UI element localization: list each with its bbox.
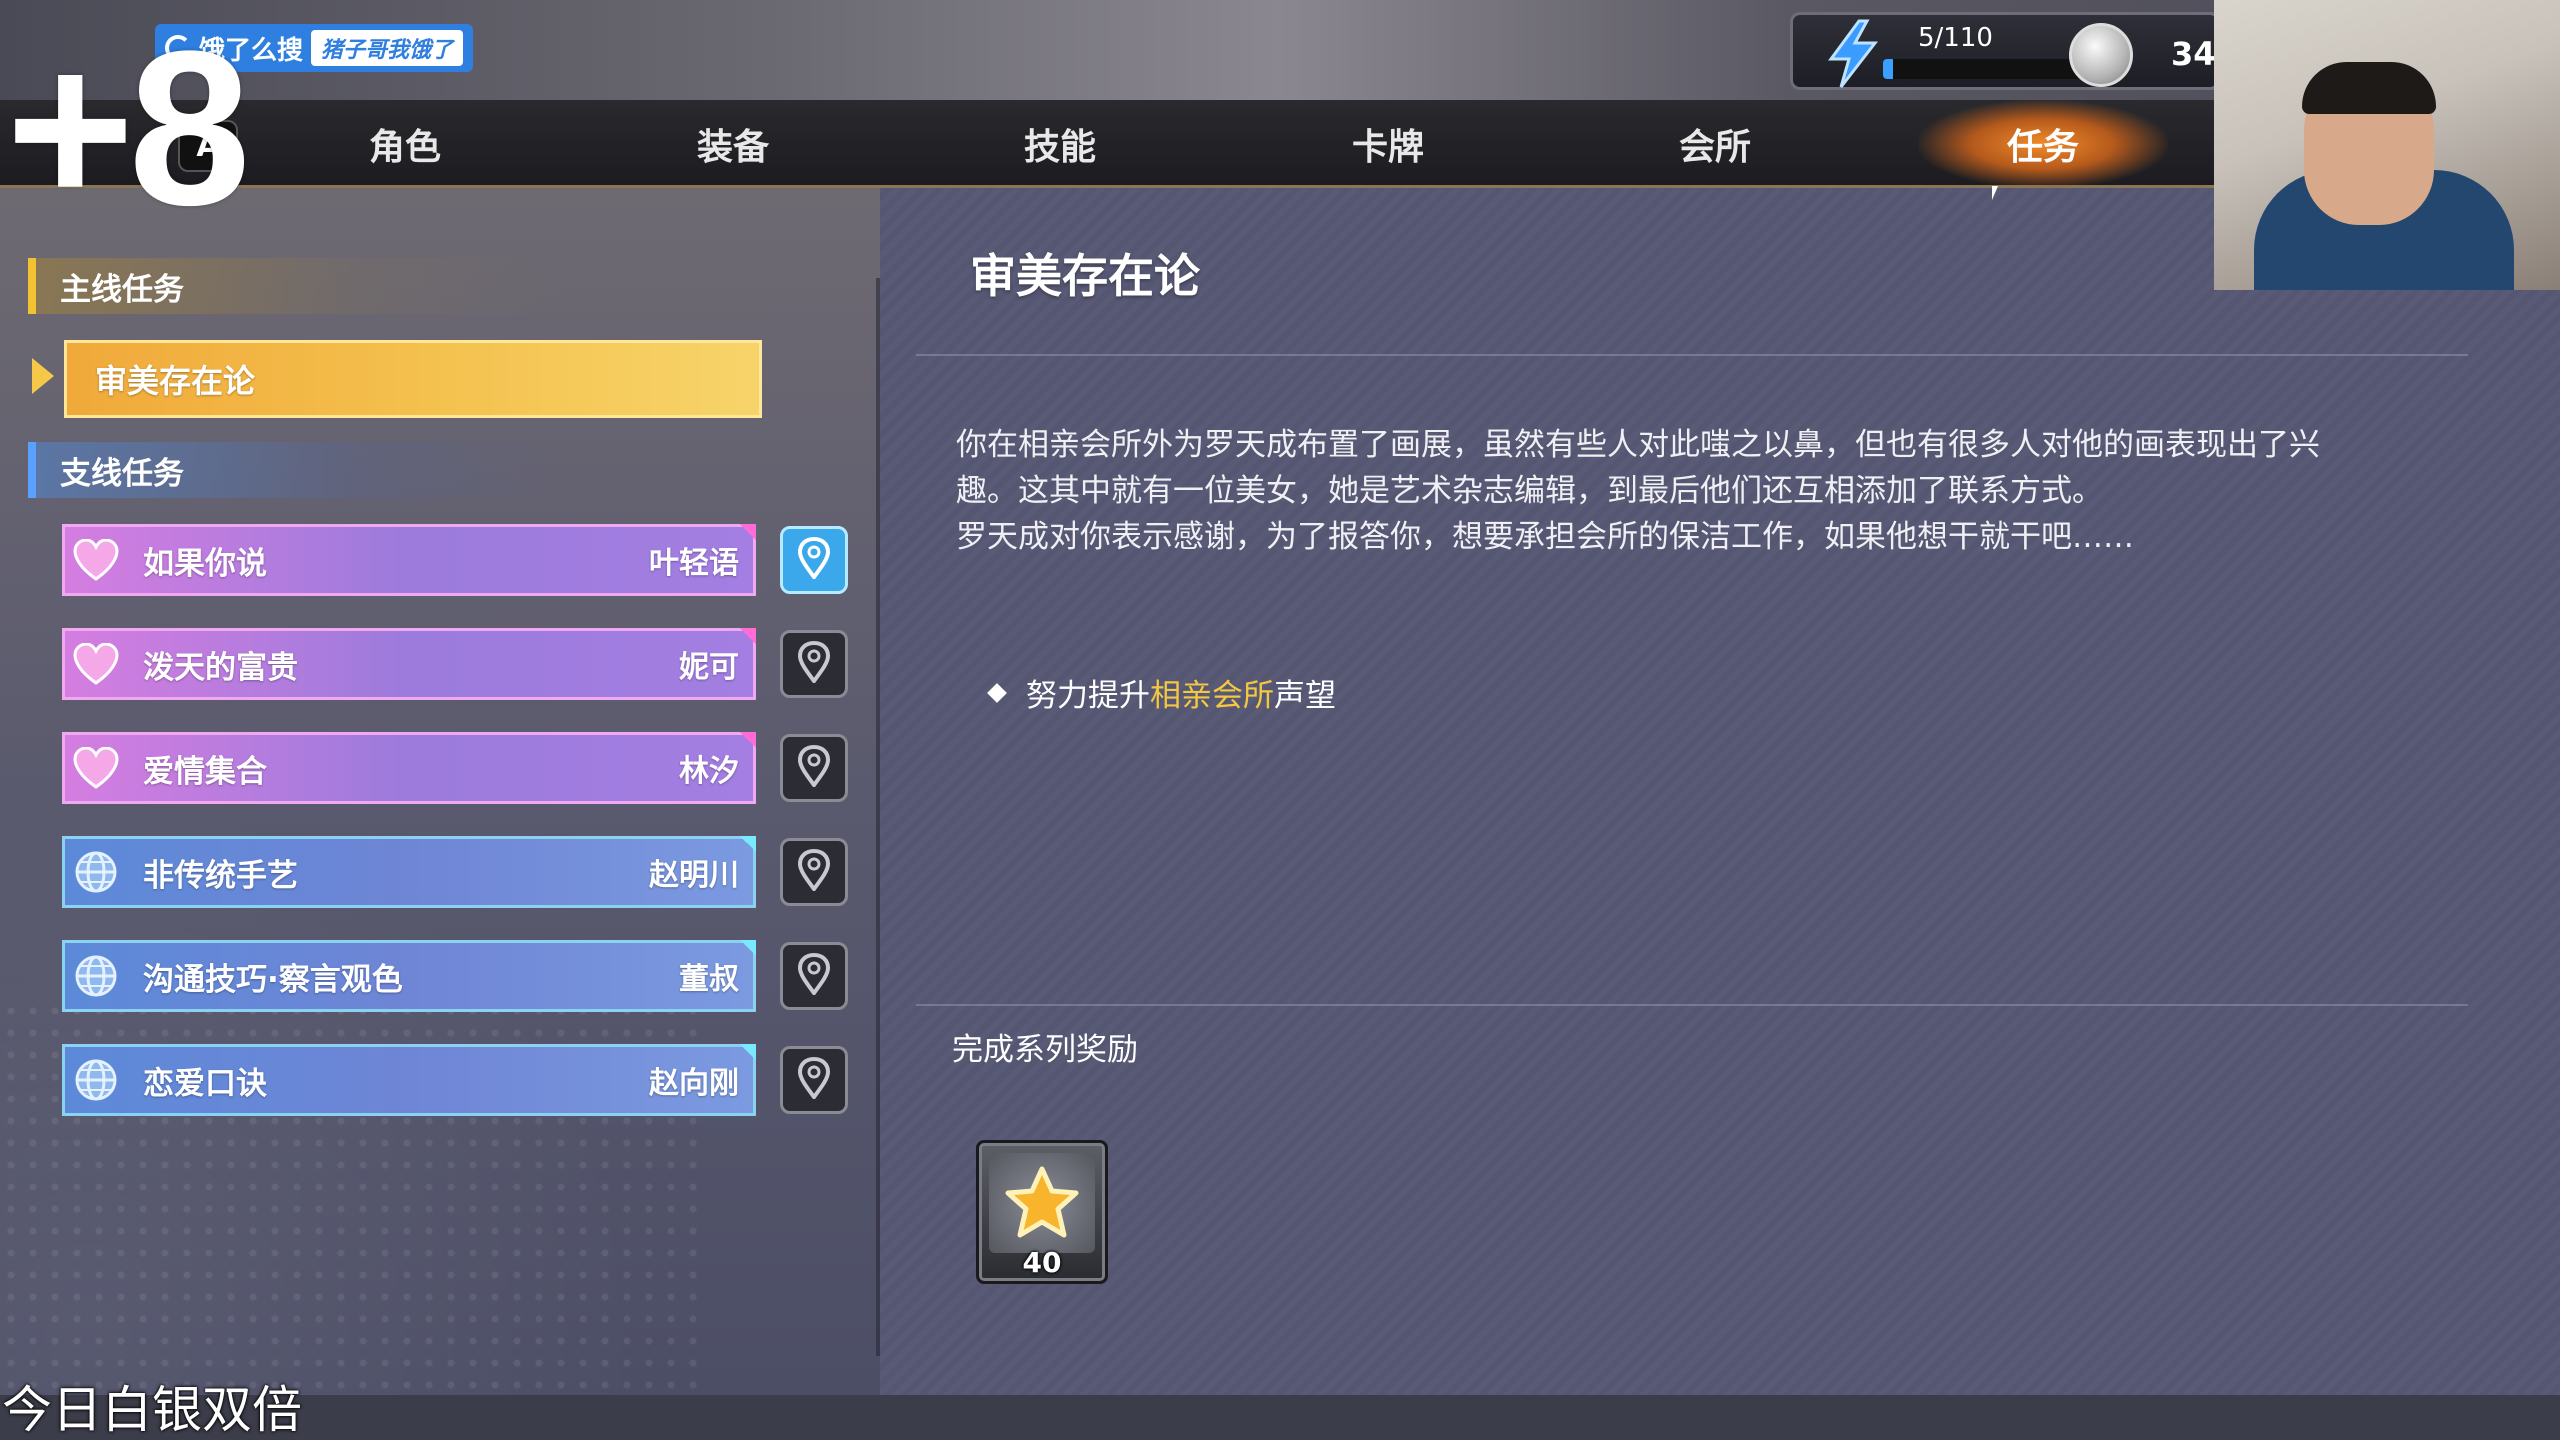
side-quest-npc: 妮可 bbox=[679, 650, 739, 685]
tab-club[interactable]: 会所 bbox=[1590, 100, 1840, 188]
side-quest-npc: 赵向刚 bbox=[649, 1066, 739, 1101]
location-pin-button[interactable] bbox=[780, 526, 848, 594]
mouse-cursor-icon bbox=[1992, 186, 1998, 200]
side-quest-npc: 董叔 bbox=[679, 962, 739, 997]
tab-label: 角色 bbox=[368, 127, 441, 168]
heart-icon bbox=[65, 631, 127, 697]
location-pin-icon bbox=[797, 1056, 831, 1103]
row-corner-accent bbox=[740, 628, 756, 644]
quest-description: 你在相亲会所外为罗天成布置了画展，虽然有些人对此嗤之以鼻，但也有很多人对他的画表… bbox=[956, 422, 2486, 560]
tab-equipment[interactable]: 装备 bbox=[608, 100, 858, 188]
side-quest-title: 沟通技巧·察言观色 bbox=[143, 961, 403, 998]
globe-icon bbox=[65, 1047, 127, 1113]
reward-item[interactable]: 40 bbox=[976, 1140, 1108, 1284]
tab-cards[interactable]: 卡牌 bbox=[1263, 100, 1513, 188]
reward-quantity: 40 bbox=[1022, 1246, 1062, 1279]
objective-prefix: 努力提升 bbox=[1026, 678, 1150, 714]
side-quest-title: 恋爱口诀 bbox=[143, 1065, 267, 1102]
side-quest-npc: 林汐 bbox=[679, 754, 739, 789]
tab-character[interactable]: 角色 bbox=[280, 100, 530, 188]
tab-label: 卡牌 bbox=[1351, 127, 1424, 168]
location-pin-button[interactable] bbox=[780, 734, 848, 802]
tab-label: 会所 bbox=[1678, 127, 1751, 168]
side-quest-row[interactable]: 泼天的富贵 妮可 bbox=[62, 628, 756, 700]
location-pin-icon bbox=[797, 848, 831, 895]
panel-divider bbox=[876, 278, 880, 1356]
location-pin-icon bbox=[797, 952, 831, 999]
main-quest-header-label: 主线任务 bbox=[60, 271, 184, 308]
stream-caption: 今日白银双倍 bbox=[2, 1381, 302, 1439]
silver-coin-icon bbox=[2069, 23, 2133, 87]
location-pin-button[interactable] bbox=[780, 838, 848, 906]
side-quest-title: 非传统手艺 bbox=[143, 857, 298, 894]
tab-label: 装备 bbox=[696, 127, 769, 168]
energy-counter: 5/110 bbox=[1918, 23, 1993, 53]
side-quest-npc: 赵明川 bbox=[649, 858, 739, 893]
globe-icon bbox=[65, 943, 127, 1009]
row-corner-accent bbox=[740, 732, 756, 748]
objective-highlight: 相亲会所 bbox=[1150, 678, 1274, 714]
reward-section-title: 完成系列奖励 bbox=[952, 1032, 1138, 1068]
top-navigation: 角色 装备 技能 卡牌 会所 任务 bbox=[0, 100, 2214, 188]
description-line: 罗天成对你表示感谢，为了报答你，想要承担会所的保洁工作，如果他想干就干吧…… bbox=[956, 519, 2134, 555]
quest-detail-title: 审美存在论 bbox=[970, 249, 1200, 303]
location-pin-icon bbox=[797, 640, 831, 687]
star-badge-icon bbox=[1005, 1166, 1079, 1238]
main-quest-label: 审美存在论 bbox=[95, 362, 256, 400]
quest-objective: 努力提升相亲会所声望 bbox=[987, 670, 1336, 715]
combo-overlay-text: +8 bbox=[6, 5, 251, 251]
location-pin-icon bbox=[797, 536, 831, 583]
side-quest-header-label: 支线任务 bbox=[60, 455, 184, 492]
resource-bar: 5/110 342 bbox=[1790, 12, 2238, 90]
objective-text: 努力提升相亲会所声望 bbox=[1026, 670, 1336, 715]
side-quest-row[interactable]: 沟通技巧·察言观色 董叔 bbox=[62, 940, 756, 1012]
side-quest-row[interactable]: 非传统手艺 赵明川 bbox=[62, 836, 756, 908]
row-corner-accent bbox=[740, 524, 756, 540]
webcam-person-hair bbox=[2302, 62, 2436, 114]
location-pin-button[interactable] bbox=[780, 630, 848, 698]
main-quest-item[interactable]: 审美存在论 bbox=[64, 340, 762, 418]
tab-label: 技能 bbox=[1023, 127, 1096, 168]
bottom-bar bbox=[0, 1395, 2560, 1440]
row-corner-accent bbox=[740, 940, 756, 956]
description-line: 你在相亲会所外为罗天成布置了画展，虽然有些人对此嗤之以鼻，但也有很多人对他的画表… bbox=[956, 427, 2320, 463]
main-quest-header: 主线任务 bbox=[28, 258, 568, 314]
tab-skills[interactable]: 技能 bbox=[935, 100, 1185, 188]
globe-icon bbox=[65, 839, 127, 905]
right-panel-background bbox=[880, 185, 2560, 1400]
side-quest-title: 如果你说 bbox=[143, 545, 267, 582]
diamond-bullet-icon bbox=[987, 682, 1007, 703]
side-quest-row[interactable]: 如果你说 叶轻语 bbox=[62, 524, 756, 596]
description-line: 趣。这其中就有一位美女，她是艺术杂志编辑，到最后他们还互相添加了联系方式。 bbox=[956, 473, 2103, 509]
streamer-webcam bbox=[2214, 0, 2560, 290]
heart-icon bbox=[65, 527, 127, 593]
side-quest-row[interactable]: 恋爱口诀 赵向刚 bbox=[62, 1044, 756, 1116]
location-pin-button[interactable] bbox=[780, 1046, 848, 1114]
row-corner-accent bbox=[740, 1044, 756, 1060]
row-corner-accent bbox=[740, 836, 756, 852]
reward-icon-frame bbox=[989, 1153, 1095, 1253]
location-pin-button[interactable] bbox=[780, 942, 848, 1010]
side-quest-title: 泼天的富贵 bbox=[143, 649, 298, 686]
tab-quests[interactable]: 任务 bbox=[1918, 100, 2168, 188]
location-pin-icon bbox=[797, 744, 831, 791]
tab-label: 任务 bbox=[2006, 127, 2079, 168]
title-divider bbox=[916, 354, 2468, 356]
side-quest-title: 爱情集合 bbox=[143, 753, 267, 790]
side-quest-header: 支线任务 bbox=[28, 442, 568, 498]
side-quest-row[interactable]: 爱情集合 林汐 bbox=[62, 732, 756, 804]
selected-arrow-icon bbox=[32, 358, 54, 394]
heart-icon bbox=[65, 735, 127, 801]
side-quest-npc: 叶轻语 bbox=[649, 546, 739, 581]
energy-bar-fill bbox=[1883, 59, 1894, 79]
sponsor-slogan: 猪子哥我饿了 bbox=[311, 30, 464, 66]
objective-suffix: 声望 bbox=[1274, 678, 1336, 714]
reward-divider bbox=[916, 1004, 2468, 1006]
energy-bolt-icon bbox=[1828, 19, 1879, 88]
